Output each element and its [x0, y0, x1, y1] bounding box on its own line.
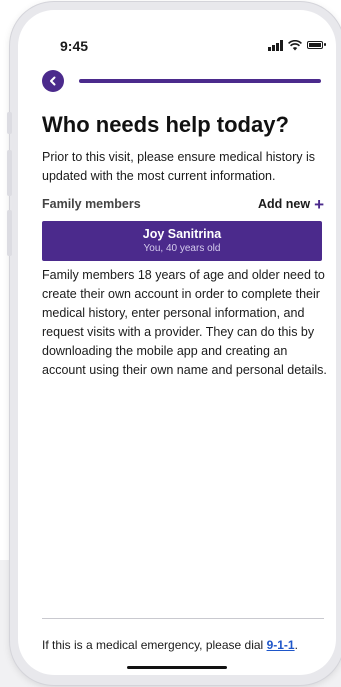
adult-members-info: Family members 18 years of age and older… [42, 268, 327, 377]
home-indicator [127, 666, 227, 669]
member-name: Joy Sanitrina [142, 227, 222, 241]
member-subtitle: You, 40 years old [143, 243, 221, 254]
family-member-card[interactable]: Joy Sanitrina You, 40 years old [42, 221, 322, 261]
progress-bar [79, 79, 321, 83]
phone-side-button [7, 150, 12, 196]
wifi-icon [288, 39, 302, 50]
status-icons [268, 38, 326, 52]
back-button[interactable] [42, 70, 64, 92]
footer-divider [42, 618, 324, 619]
signal-bars-icon [268, 39, 283, 51]
emergency-notice: If this is a medical emergency, please d… [42, 638, 332, 652]
add-new-button[interactable]: Add new + [258, 196, 324, 213]
plus-icon: + [314, 194, 324, 214]
chevron-left-icon [50, 76, 56, 86]
page-title: Who needs help today? [42, 112, 289, 137]
progress-header [42, 70, 322, 92]
intro-text: Prior to this visit, please ensure medic… [42, 150, 316, 183]
emergency-suffix: . [294, 638, 298, 652]
family-members-header: Family members Add new + [42, 194, 324, 214]
emergency-phone-link[interactable]: 9-1-1 [267, 638, 295, 652]
status-bar: 9:45 [18, 10, 336, 54]
emergency-prefix: If this is a medical emergency, please d… [42, 638, 267, 652]
phone-side-button [7, 210, 12, 256]
phone-side-button [7, 112, 12, 134]
battery-icon [307, 41, 326, 49]
phone-screen: 9:45 Who needs help today? Prior to this… [18, 10, 336, 675]
add-new-label: Add new [257, 197, 311, 211]
family-members-label: Family members [42, 197, 141, 211]
status-time: 9:45 [60, 38, 89, 54]
